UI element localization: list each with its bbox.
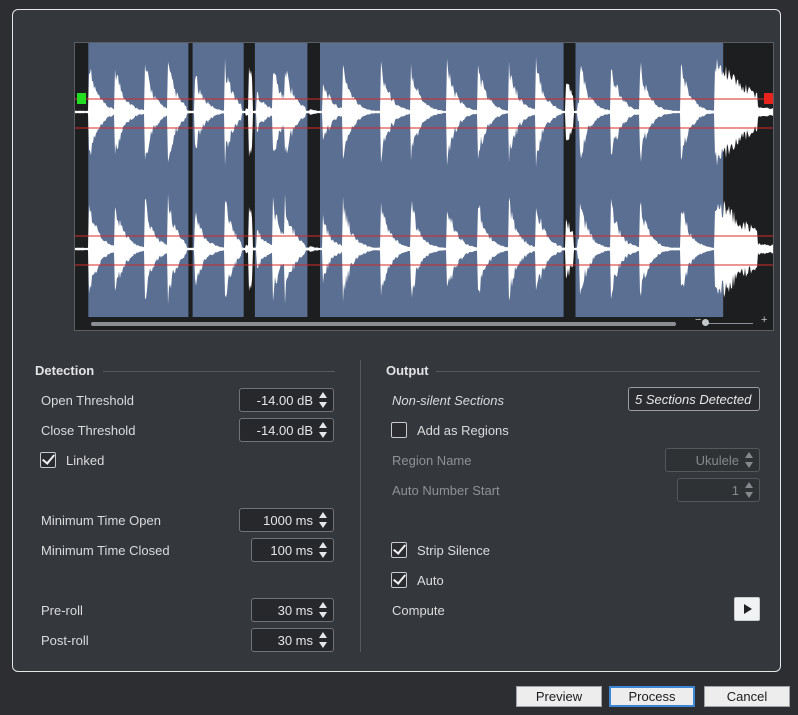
cancel-button[interactable]: Cancel <box>704 686 790 707</box>
auto-label: Auto <box>417 573 444 588</box>
non-silent-sections-label: Non-silent Sections <box>392 393 504 408</box>
region-section <box>192 43 244 317</box>
waveform-canvas[interactable] <box>75 43 774 331</box>
min-time-open-label: Minimum Time Open <box>41 513 161 528</box>
stepper-arrows-icon[interactable] <box>319 512 328 528</box>
zoom-slider-handle[interactable] <box>702 319 709 326</box>
auto-number-start-stepper[interactable]: 1 <box>677 478 760 502</box>
linked-label: Linked <box>66 453 105 468</box>
linked-checkbox[interactable] <box>40 452 56 468</box>
stepper-arrows-icon[interactable] <box>319 542 328 558</box>
preview-button[interactable]: Preview <box>516 686 602 707</box>
min-time-closed-label: Minimum Time Closed <box>41 543 170 558</box>
region-section <box>320 43 564 317</box>
min-time-closed-stepper[interactable]: 100 ms <box>251 538 334 562</box>
open-threshold-marker <box>77 93 86 104</box>
play-icon <box>744 604 752 614</box>
add-as-regions-checkbox[interactable] <box>391 422 407 438</box>
zoom-out-icon[interactable]: − <box>695 314 701 326</box>
stepper-arrows-icon[interactable] <box>319 632 328 648</box>
process-button[interactable]: Process <box>609 686 695 707</box>
region-section <box>254 43 308 317</box>
region-name-value: Ukulele <box>695 453 739 468</box>
pre-roll-label: Pre-roll <box>41 603 83 618</box>
waveform-display[interactable]: − + <box>74 42 774 331</box>
close-threshold-label: Close Threshold <box>41 423 136 438</box>
output-title-divider <box>436 371 760 372</box>
output-title: Output <box>386 363 429 378</box>
open-threshold-stepper[interactable]: -14.00 dB <box>239 388 334 412</box>
post-roll-stepper[interactable]: 30 ms <box>251 628 334 652</box>
stepper-arrows-icon[interactable] <box>319 422 328 438</box>
compute-label: Compute <box>392 603 445 618</box>
stepper-arrows-icon[interactable] <box>745 452 754 468</box>
auto-number-start-label: Auto Number Start <box>392 483 500 498</box>
post-roll-label: Post-roll <box>41 633 89 648</box>
auto-number-start-value: 1 <box>731 483 739 498</box>
section-divider <box>360 360 361 652</box>
horizontal-scrollbar[interactable] <box>91 322 676 326</box>
pre-roll-value: 30 ms <box>277 603 313 618</box>
open-threshold-value: -14.00 dB <box>256 393 313 408</box>
min-time-closed-value: 100 ms <box>270 543 313 558</box>
add-as-regions-label: Add as Regions <box>417 423 509 438</box>
auto-checkbox[interactable] <box>391 572 407 588</box>
compute-button[interactable] <box>734 597 760 621</box>
post-roll-value: 30 ms <box>277 633 313 648</box>
min-time-open-value: 1000 ms <box>263 513 313 528</box>
close-threshold-value: -14.00 dB <box>256 423 313 438</box>
pre-roll-stepper[interactable]: 30 ms <box>251 598 334 622</box>
zoom-slider-track[interactable] <box>705 323 753 324</box>
detection-title-divider <box>103 371 335 372</box>
close-threshold-marker <box>764 93 773 104</box>
stepper-arrows-icon[interactable] <box>319 392 328 408</box>
open-threshold-label: Open Threshold <box>41 393 134 408</box>
strip-silence-checkbox[interactable] <box>391 542 407 558</box>
min-time-open-stepper[interactable]: 1000 ms <box>239 508 334 532</box>
strip-silence-panel: − + Detection Open Threshold -14.00 dB C… <box>12 9 781 672</box>
zoom-in-icon[interactable]: + <box>761 314 767 326</box>
close-threshold-stepper[interactable]: -14.00 dB <box>239 418 334 442</box>
stepper-arrows-icon[interactable] <box>319 602 328 618</box>
detection-title: Detection <box>35 363 95 378</box>
sections-detected-field: 5 Sections Detected <box>628 387 760 411</box>
strip-silence-label: Strip Silence <box>417 543 490 558</box>
stepper-arrows-icon[interactable] <box>745 482 754 498</box>
region-name-label: Region Name <box>392 453 472 468</box>
region-name-select[interactable]: Ukulele <box>665 448 760 472</box>
region-section <box>575 43 724 317</box>
